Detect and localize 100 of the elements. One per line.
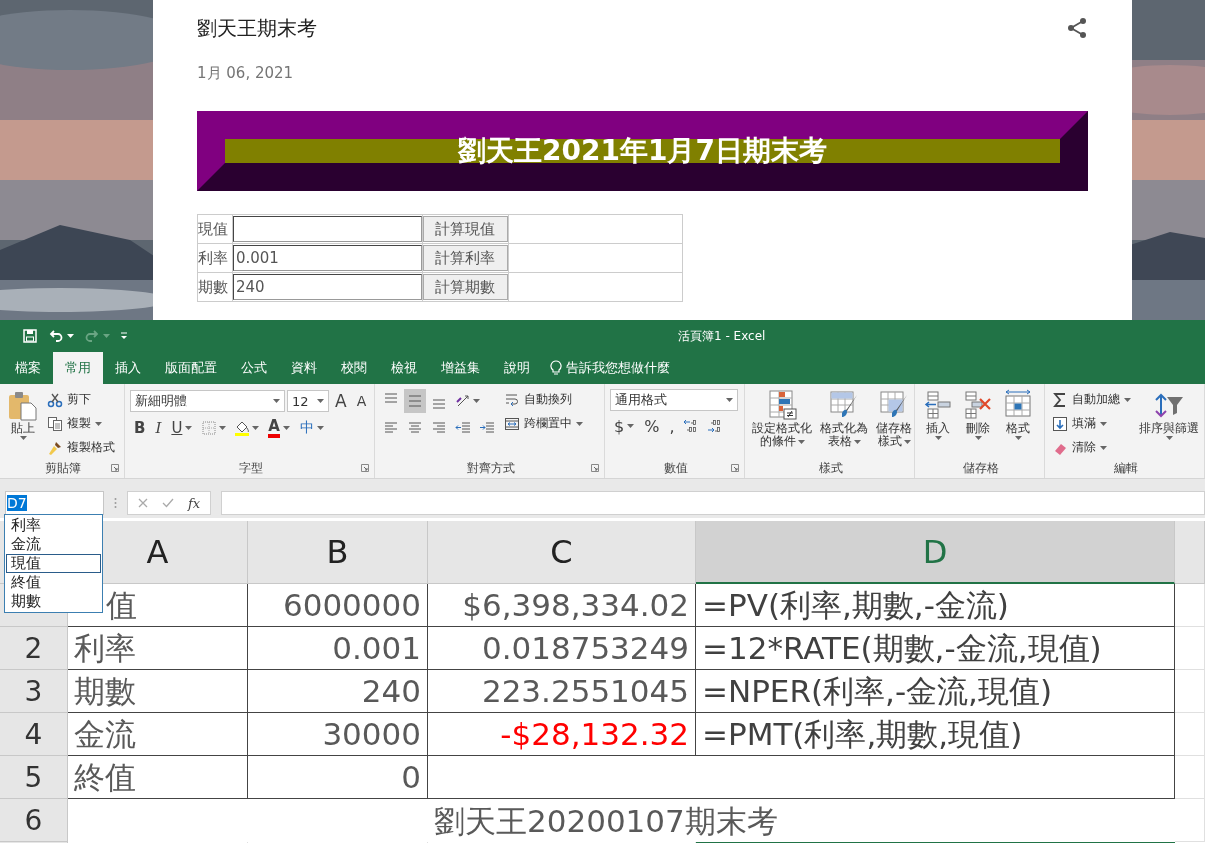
caret-icon bbox=[67, 334, 74, 338]
column-header[interactable]: C bbox=[428, 521, 696, 584]
dialog-launcher-icon[interactable] bbox=[361, 464, 369, 472]
wrap-text-button[interactable]: 自動換列 bbox=[502, 389, 585, 410]
calculate-button[interactable]: 計算現值 bbox=[422, 216, 508, 242]
calculate-button[interactable]: 計算期數 bbox=[422, 274, 508, 300]
insert-cells-icon bbox=[922, 389, 954, 421]
calculate-button[interactable]: 計算利率 bbox=[422, 245, 508, 271]
italic-button[interactable]: I bbox=[151, 416, 166, 440]
format-painter-icon bbox=[47, 439, 63, 456]
input-field[interactable]: 0.001 bbox=[232, 245, 422, 271]
column-header[interactable]: B bbox=[248, 521, 428, 584]
align-middle-button[interactable] bbox=[404, 389, 426, 413]
name-box[interactable]: D7 bbox=[5, 491, 104, 515]
post-title: 劉天王期末考 bbox=[197, 15, 317, 42]
save-button[interactable] bbox=[20, 328, 40, 344]
cancel-button[interactable] bbox=[138, 498, 148, 508]
insert-function-button[interactable]: fx bbox=[188, 495, 201, 511]
ribbon-tab[interactable]: 校閱 bbox=[329, 352, 379, 384]
autosum-icon bbox=[1052, 391, 1068, 408]
table-cell bbox=[1175, 799, 1205, 842]
autosum-button[interactable]: 自動加總 bbox=[1050, 389, 1133, 410]
clear-button[interactable]: 清除 bbox=[1050, 437, 1133, 458]
ribbon-tab[interactable]: 常用 bbox=[53, 352, 103, 384]
table-cell: $6,398,334.02 bbox=[428, 584, 696, 627]
undo-icon bbox=[48, 328, 64, 344]
font-color-button[interactable]: A bbox=[264, 416, 294, 440]
close-icon bbox=[138, 498, 148, 508]
ribbon-tab[interactable]: 公式 bbox=[229, 352, 279, 384]
group-label: 對齊方式 bbox=[466, 459, 515, 477]
row-header[interactable]: 3 bbox=[0, 670, 68, 713]
ribbon-tab[interactable]: 說明 bbox=[492, 352, 542, 384]
comma-style-button[interactable]: , bbox=[665, 414, 679, 438]
phonetic-button[interactable]: 中 bbox=[295, 416, 328, 440]
table-cell: 30000 bbox=[248, 713, 428, 756]
cut-button[interactable]: 剪下 bbox=[45, 389, 117, 410]
save-icon bbox=[22, 328, 38, 344]
dialog-launcher-icon[interactable] bbox=[731, 464, 739, 472]
underline-button[interactable]: U bbox=[167, 416, 197, 440]
tell-me-search[interactable]: 告訴我您想做什麼 bbox=[542, 352, 678, 384]
copy-icon bbox=[47, 415, 63, 432]
share-icon[interactable] bbox=[1066, 17, 1088, 39]
ribbon-tab[interactable]: 檢視 bbox=[379, 352, 429, 384]
group-label: 樣式 bbox=[818, 459, 843, 477]
row-header[interactable]: 2 bbox=[0, 627, 68, 670]
dialog-launcher-icon[interactable] bbox=[111, 464, 119, 472]
orientation-icon bbox=[455, 393, 471, 409]
merge-center-button[interactable]: 跨欄置中 bbox=[502, 413, 585, 434]
row-header[interactable]: 5 bbox=[0, 756, 68, 799]
insert-cells-button[interactable]: 插入 bbox=[920, 389, 956, 440]
group-label: 字型 bbox=[238, 459, 263, 477]
copy-button[interactable]: 複製 bbox=[45, 413, 117, 434]
handle-icon[interactable] bbox=[114, 497, 117, 509]
dialog-launcher-icon[interactable] bbox=[591, 464, 599, 472]
fill-color-icon bbox=[234, 420, 251, 436]
paste-button[interactable]: 貼上 bbox=[5, 389, 41, 440]
fill-button[interactable]: 填滿 bbox=[1050, 413, 1133, 434]
customize-button[interactable] bbox=[118, 332, 130, 340]
group-label: 剪貼簿 bbox=[45, 459, 81, 477]
number-format-dropdown[interactable]: 通用格式 bbox=[610, 389, 738, 411]
grow-font-button[interactable]: A bbox=[331, 389, 351, 413]
row-header[interactable]: 6 bbox=[0, 799, 68, 842]
bold-button[interactable]: B bbox=[130, 416, 150, 440]
name-list-item[interactable]: 現值 bbox=[6, 554, 101, 573]
table-cell bbox=[1175, 713, 1205, 756]
input-field[interactable]: 240 bbox=[232, 274, 422, 300]
column-header[interactable] bbox=[1175, 521, 1205, 584]
table-cell: =12*RATE(期數,-金流,現值) bbox=[696, 627, 1175, 670]
shrink-font-button[interactable]: A bbox=[352, 389, 371, 413]
ribbon-tab[interactable]: 插入 bbox=[103, 352, 153, 384]
percent-button[interactable]: % bbox=[640, 414, 664, 438]
table-cell: -$28,132.32 bbox=[428, 713, 696, 756]
ribbon-tab[interactable]: 版面配置 bbox=[153, 352, 229, 384]
currency-button[interactable]: $ bbox=[610, 414, 639, 438]
align-center-icon bbox=[407, 420, 423, 436]
format-as-table-button[interactable]: 格式化為 表格 bbox=[818, 389, 870, 448]
table-cell: 期數 bbox=[68, 670, 248, 713]
ribbon-tab[interactable]: 增益集 bbox=[429, 352, 492, 384]
form-label: 現值 bbox=[198, 219, 228, 238]
decrease-indent-icon bbox=[455, 420, 471, 436]
group-label: 編輯 bbox=[1113, 459, 1138, 477]
input-field[interactable] bbox=[232, 216, 422, 242]
font-name-dropdown[interactable]: 新細明體 bbox=[130, 390, 285, 412]
merge-center-icon bbox=[504, 415, 520, 432]
column-header[interactable]: D bbox=[696, 521, 1175, 584]
table-cell: 6000000 bbox=[248, 584, 428, 627]
formula-input[interactable] bbox=[221, 491, 1205, 515]
align-middle-icon bbox=[407, 393, 423, 409]
format-painter-button[interactable]: 複製格式 bbox=[45, 437, 117, 458]
format-cells-button[interactable]: 格式 bbox=[1000, 389, 1036, 440]
ribbon-tab[interactable]: 資料 bbox=[279, 352, 329, 384]
conditional-formatting-button[interactable]: 設定格式化 的條件 bbox=[750, 389, 814, 448]
cell-styles-button[interactable]: 儲存格 樣式 bbox=[874, 389, 914, 448]
ribbon-tab[interactable]: 檔案 bbox=[3, 352, 53, 384]
row-header[interactable]: 4 bbox=[0, 713, 68, 756]
font-size-dropdown[interactable]: 12 bbox=[287, 390, 329, 412]
delete-cells-button[interactable]: 刪除 bbox=[960, 389, 996, 440]
sort-filter-button[interactable]: 排序與篩選 bbox=[1137, 389, 1201, 440]
window-title: 活頁簿1 - Excel bbox=[678, 327, 766, 345]
enter-button[interactable] bbox=[162, 498, 174, 508]
